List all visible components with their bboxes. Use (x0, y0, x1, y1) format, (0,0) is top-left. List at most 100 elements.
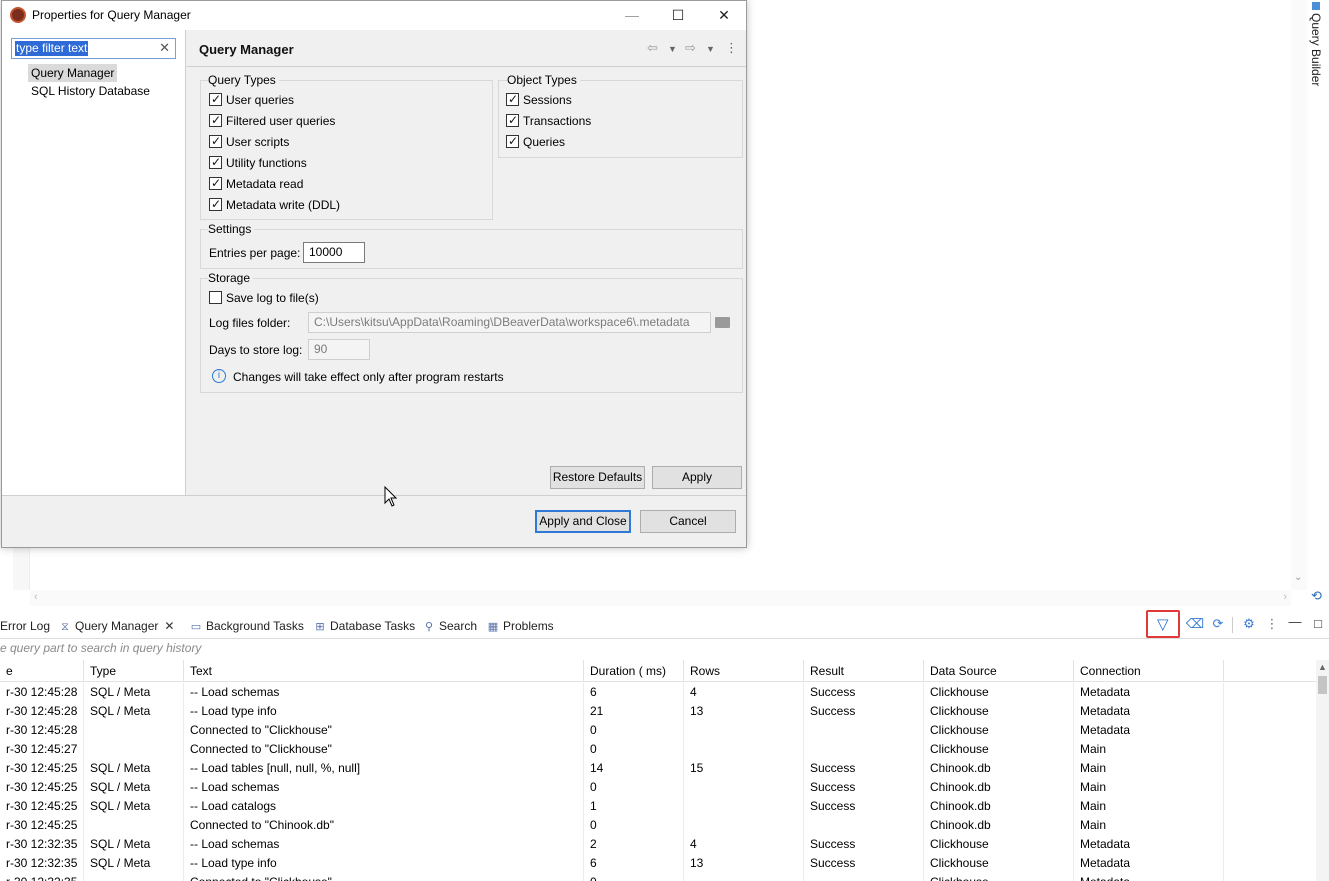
table-row[interactable]: r-30 12:32:35 Connected to "Clickhouse"0 C… (0, 873, 1316, 881)
checkbox-box[interactable] (209, 291, 222, 305)
column-header-result[interactable]: Result (804, 660, 924, 682)
checkbox-box[interactable] (209, 154, 222, 170)
checkbox-transactions[interactable]: Transactions (506, 112, 591, 129)
folder-icon[interactable] (715, 317, 730, 328)
column-header-text[interactable]: Text (184, 660, 584, 682)
scroll-right-icon[interactable]: › (1283, 591, 1287, 603)
apply-button[interactable]: Apply (652, 466, 742, 489)
checkbox-box[interactable] (506, 112, 519, 128)
table-row[interactable]: r-30 12:45:27 Connected to "Clickhouse" 0 C… (0, 740, 1316, 759)
gear-icon[interactable]: ⚙ (1239, 613, 1259, 635)
checkbox-utility-functions[interactable]: Utility functions (209, 154, 307, 171)
editor-horizontal-scrollbar[interactable]: ‹ › (30, 590, 1291, 606)
scroll-down-icon[interactable]: ⌄ (1294, 572, 1302, 583)
checkbox-box[interactable] (209, 175, 222, 191)
checkbox-sessions[interactable]: Sessions (506, 91, 572, 108)
checkbox-user-scripts[interactable]: User scripts (209, 133, 289, 150)
scroll-up-icon[interactable]: ▲ (1318, 662, 1327, 672)
checkbox-metadata-read[interactable]: Metadata read (209, 175, 303, 192)
table-row[interactable]: r-30 12:45:25 SQL / Meta -- Load catalogs 1… (0, 797, 1316, 816)
query-builder-tab[interactable]: Query Builder (1309, 2, 1323, 86)
tab-database-tasks[interactable]: ⊞ Database Tasks (313, 616, 415, 636)
maximize-icon[interactable]: ☐ (655, 1, 701, 30)
forward-arrow-icon[interactable]: ⇨ (685, 40, 696, 56)
page-menu-icon[interactable]: ⋮ (725, 40, 738, 56)
editor-vertical-scrollbar[interactable]: ⌄ (1291, 0, 1307, 590)
checkbox-box[interactable] (506, 91, 519, 107)
forward-dropdown-icon[interactable]: ▼ (706, 44, 715, 54)
checkbox-queries[interactable]: Queries (506, 133, 565, 150)
cell-text: Connected to "Chinook.db" (184, 816, 584, 835)
tree-item-query-manager[interactable]: Query Manager (28, 64, 118, 82)
minimize-view-icon[interactable]: — (1285, 611, 1305, 633)
refresh-icon[interactable]: ⟳ (1208, 613, 1228, 635)
table-header: e Type Text Duration ( ms) Rows Result D… (0, 660, 1316, 682)
restore-defaults-button[interactable]: Restore Defaults (550, 466, 645, 489)
table-row[interactable]: r-30 12:45:28 SQL / Meta -- Load type info… (0, 702, 1316, 721)
cell-text: -- Load schemas (184, 778, 584, 797)
checkbox-label: Utility functions (226, 156, 307, 170)
cell-text: -- Load type info (184, 702, 584, 721)
column-header-rows[interactable]: Rows (684, 660, 804, 682)
cell-data-source: Clickhouse (924, 740, 1074, 759)
cancel-button[interactable]: Cancel (640, 510, 736, 533)
column-header-connection[interactable]: Connection (1074, 660, 1224, 682)
table-row[interactable]: r-30 12:45:28 SQL / Meta -- Load schemas 6 4… (0, 683, 1316, 702)
tab-query-manager[interactable]: ⧖ Query Manager ✕ (58, 616, 175, 636)
dialog-title-bar: Properties for Query Manager — ☐ ✕ (2, 1, 746, 30)
column-header-data-source[interactable]: Data Source (924, 660, 1074, 682)
table-row[interactable]: r-30 12:45:25 SQL / Meta -- Load schemas 0 S… (0, 778, 1316, 797)
cell-connection: Metadata (1074, 721, 1224, 740)
checkbox-filtered-user-queries[interactable]: Filtered user queries (209, 112, 335, 129)
tab-error-log[interactable]: Error Log (0, 616, 50, 636)
apply-and-close-button[interactable]: Apply and Close (535, 510, 631, 533)
table-row[interactable]: r-30 12:32:35 SQL / Meta -- Load schemas 2 4… (0, 835, 1316, 854)
column-header-type[interactable]: Type (84, 660, 184, 682)
filter-input[interactable] (15, 41, 155, 56)
checkbox-box[interactable] (209, 91, 222, 107)
checkbox-box[interactable] (209, 196, 222, 212)
filter-input-box[interactable]: type filter text ✕ (11, 38, 176, 59)
preference-page: Query Manager ⇦ ▼ ⇨ ▼ ⋮ Query Types User… (187, 30, 746, 495)
checkbox-label: Save log to file(s) (226, 291, 319, 305)
cell-time: r-30 12:45:25 (0, 759, 84, 778)
minimize-icon[interactable]: — (609, 1, 655, 30)
query-builder-icon (1312, 2, 1320, 10)
checkbox-user-queries[interactable]: User queries (209, 91, 294, 108)
table-row[interactable]: r-30 12:32:35 SQL / Meta -- Load type info… (0, 854, 1316, 873)
tree-item-sql-history-database[interactable]: SQL History Database (28, 82, 153, 100)
table-row[interactable]: r-30 12:45:28 Connected to "Clickhouse" 0 C… (0, 721, 1316, 740)
restore-view-icon[interactable]: ⟲ (1311, 588, 1322, 604)
eraser-icon[interactable]: ⌫ (1185, 613, 1205, 635)
log-files-folder-input[interactable]: C:\Users\kitsu\AppData\Roaming\DBeaverDa… (308, 312, 711, 333)
search-placeholder: e query part to search in query history (0, 641, 202, 655)
table-vertical-scrollbar[interactable]: ▲ (1316, 660, 1329, 881)
checkbox-box[interactable] (209, 112, 222, 128)
maximize-view-icon[interactable]: □ (1308, 613, 1328, 635)
checkbox-box[interactable] (209, 133, 222, 149)
scrollbar-thumb[interactable] (1318, 676, 1327, 694)
close-icon[interactable]: ✕ (164, 619, 174, 633)
view-menu-icon[interactable]: ⋮ (1262, 613, 1282, 635)
entries-per-page-input[interactable]: 10000 (303, 242, 365, 263)
query-history-search[interactable]: e query part to search in query history (0, 639, 1329, 659)
checkbox-save-log[interactable]: Save log to file(s) (209, 290, 319, 306)
clear-icon[interactable]: ✕ (159, 40, 170, 56)
scroll-left-icon[interactable]: ‹ (34, 591, 38, 603)
tab-search[interactable]: ⚲ Search (422, 616, 477, 636)
column-header-time[interactable]: e (0, 660, 84, 682)
checkbox-box[interactable] (506, 133, 519, 149)
tab-problems[interactable]: ▦ Problems (486, 616, 554, 636)
table-row[interactable]: r-30 12:45:25 Connected to "Chinook.db" 0 C… (0, 816, 1316, 835)
back-dropdown-icon[interactable]: ▼ (668, 44, 677, 54)
filter-button[interactable]: ▽ (1146, 610, 1180, 638)
column-header-duration[interactable]: Duration ( ms) (584, 660, 684, 682)
checkbox-metadata-write[interactable]: Metadata write (DDL) (209, 196, 340, 213)
close-icon[interactable]: ✕ (701, 1, 747, 30)
days-to-store-log-input[interactable]: 90 (308, 339, 370, 360)
table-row[interactable]: r-30 12:45:25 SQL / Meta -- Load tables [n… (0, 759, 1316, 778)
bottom-tab-bar: Error Log ⧖ Query Manager ✕ ▭ Background Ta… (0, 612, 1329, 639)
tab-background-tasks[interactable]: ▭ Background Tasks (189, 616, 304, 636)
back-arrow-icon[interactable]: ⇦ (647, 40, 658, 56)
cell-data-source: Chinook.db (924, 759, 1074, 778)
